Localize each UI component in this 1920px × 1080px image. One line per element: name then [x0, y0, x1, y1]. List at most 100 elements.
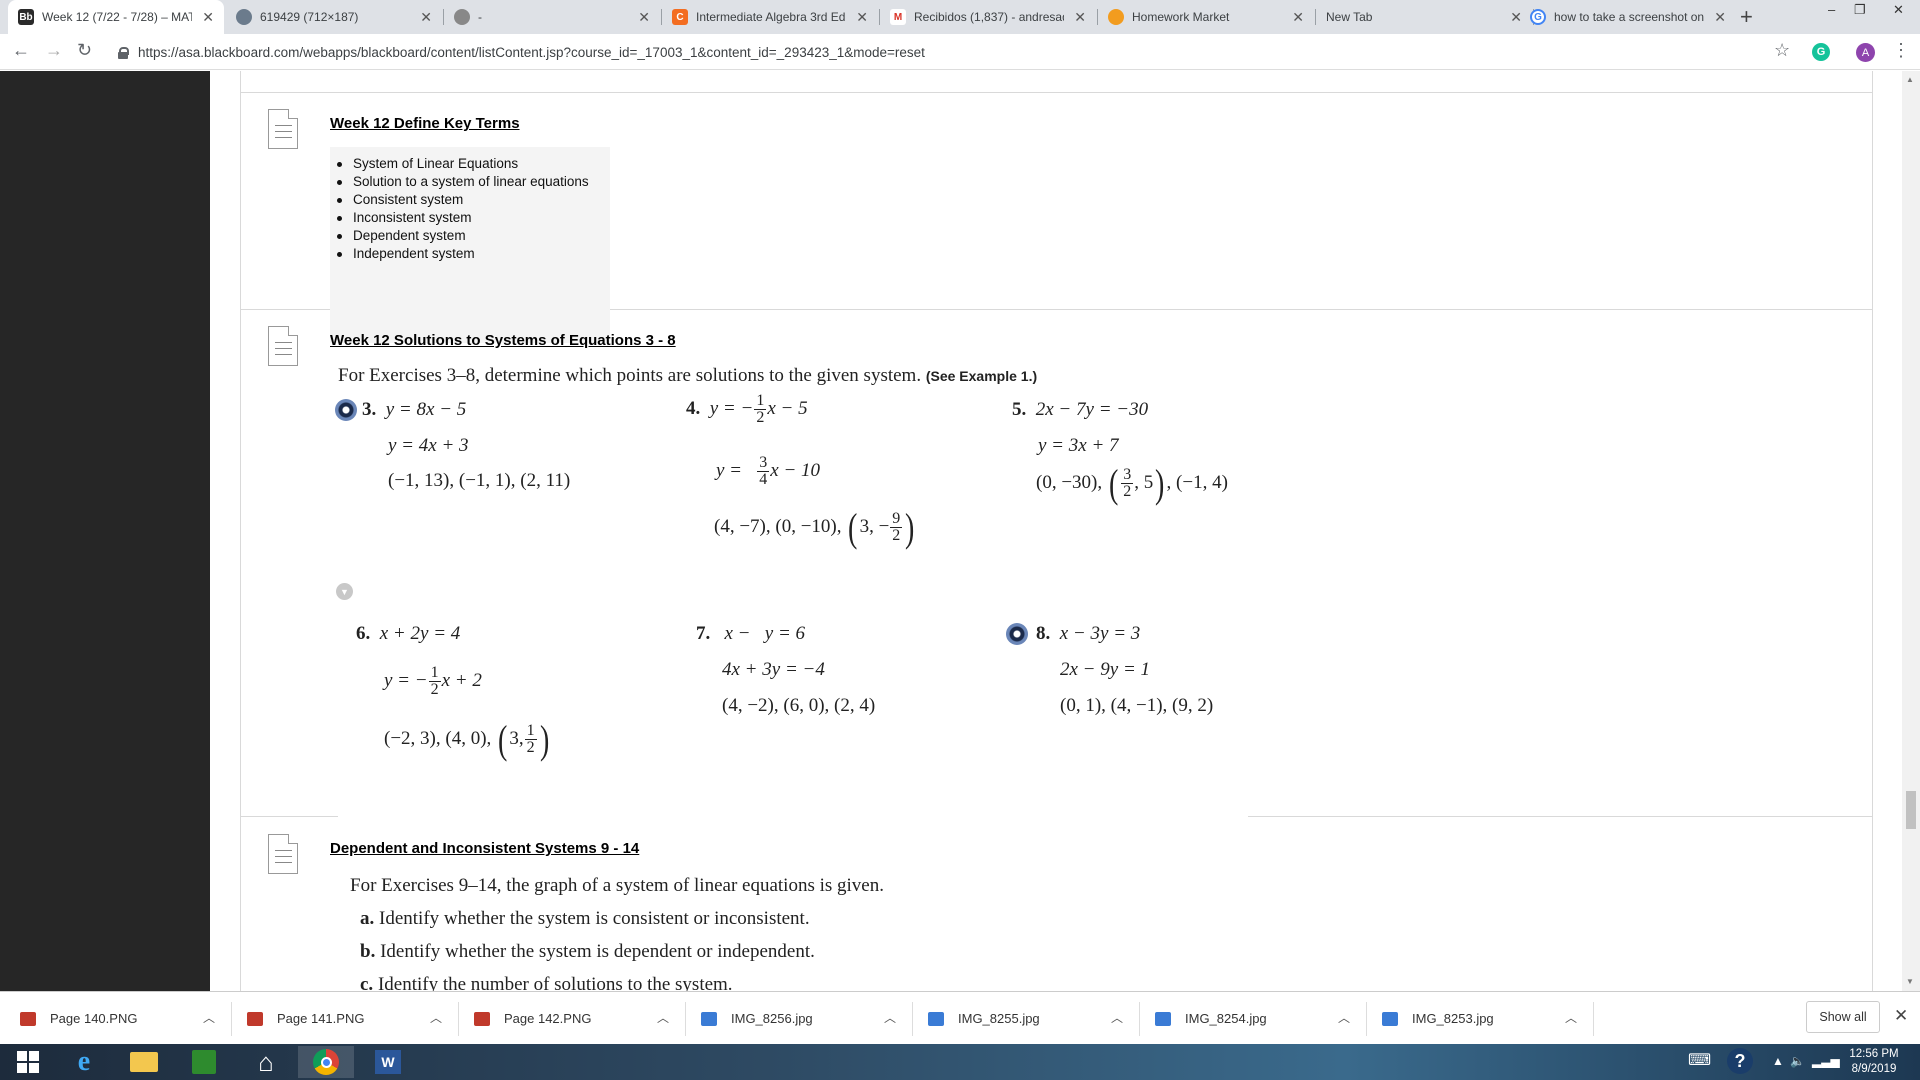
- equation-part: y = −: [709, 397, 754, 419]
- item-title-key-terms[interactable]: Week 12 Define Key Terms: [330, 115, 520, 132]
- equation: 2x − 9y = 1: [1060, 659, 1151, 680]
- tab-new-tab[interactable]: New Tab ✕: [1316, 0, 1532, 34]
- chrome-menu-icon[interactable]: ⋮: [1892, 40, 1910, 61]
- store-icon[interactable]: [176, 1046, 232, 1078]
- tab-week12[interactable]: Bb Week 12 (7/22 - 7/28) – MAT ✕: [8, 0, 224, 34]
- tray-expand-icon[interactable]: ▲: [1772, 1054, 1784, 1068]
- word-icon[interactable]: W: [360, 1046, 416, 1078]
- download-item[interactable]: Page 141.PNG ︿: [247, 992, 442, 1045]
- close-tab-icon[interactable]: ✕: [1714, 9, 1726, 26]
- close-tab-icon[interactable]: ✕: [1074, 9, 1086, 26]
- item-title-solutions[interactable]: Week 12 Solutions to Systems of Equation…: [330, 332, 676, 349]
- chevron-up-icon[interactable]: ︿: [1111, 1009, 1123, 1026]
- fraction: 32: [1121, 466, 1134, 500]
- url-field[interactable]: https://asa.blackboard.com/webapps/black…: [118, 39, 1758, 65]
- video-disc-icon[interactable]: [335, 399, 357, 421]
- jpg-file-icon: [701, 1011, 717, 1026]
- close-tab-icon[interactable]: ✕: [420, 9, 432, 26]
- dependent-item-b: b. Identify whether the system is depend…: [360, 941, 815, 962]
- tab-homework-market[interactable]: Homework Market ✕: [1098, 0, 1314, 34]
- new-tab-button[interactable]: +: [1740, 4, 1753, 30]
- item-divider: [240, 92, 1872, 93]
- gmail-favicon-icon: M: [890, 9, 906, 25]
- exercise-4-eq2: y = 34x − 10: [716, 455, 820, 488]
- chevron-up-icon[interactable]: ︿: [430, 1009, 442, 1026]
- url-text: https://asa.blackboard.com/webapps/black…: [138, 44, 925, 60]
- equation-part: y = −: [384, 669, 428, 691]
- close-window-icon[interactable]: ✕: [1893, 2, 1904, 18]
- exercise-7-points: (4, −2), (6, 0), (2, 4): [722, 695, 876, 716]
- help-icon[interactable]: ?: [1727, 1048, 1753, 1074]
- exercise-5-eq1: 5. 2x − 7y = −30: [1012, 399, 1148, 421]
- bookmark-star-icon[interactable]: ☆: [1774, 40, 1790, 61]
- jpg-file-icon: [1155, 1011, 1171, 1026]
- download-item[interactable]: IMG_8255.jpg ︿: [928, 992, 1123, 1045]
- close-downloads-icon[interactable]: ✕: [1894, 1006, 1908, 1026]
- internet-explorer-icon[interactable]: e: [56, 1046, 112, 1078]
- start-button[interactable]: [0, 1046, 56, 1078]
- equation: x + 2y = 4: [379, 623, 461, 644]
- keyboard-icon[interactable]: ⌨: [1688, 1050, 1711, 1070]
- exercise-4-eq1: 4. y = −1 2 x − 5: [686, 393, 808, 426]
- video-disc-icon[interactable]: [1006, 623, 1028, 645]
- key-terms-list: System of Linear Equations Solution to a…: [336, 155, 589, 263]
- tab-gmail[interactable]: M Recibidos (1,837) - andresad ✕: [880, 0, 1096, 34]
- content-border-left: [240, 71, 241, 991]
- equation-part: x − 5: [767, 397, 808, 419]
- chevron-up-icon[interactable]: ︿: [657, 1009, 669, 1026]
- page-scrollbar[interactable]: [1902, 71, 1920, 991]
- tab-title: Week 12 (7/22 - 7/28) – MAT: [42, 10, 192, 24]
- list-item: Independent system: [336, 245, 589, 263]
- exercise-number: 7.: [696, 623, 711, 644]
- forward-icon[interactable]: →: [45, 40, 63, 61]
- back-icon[interactable]: ←: [12, 40, 30, 61]
- exercise-8-eq1: 8. x − 3y = 3: [1036, 623, 1140, 645]
- windows-logo-icon: [17, 1051, 39, 1073]
- tab-title: how to take a screenshot on: [1554, 10, 1704, 24]
- reload-icon[interactable]: ↻: [77, 40, 92, 61]
- list-item: Consistent system: [336, 191, 589, 209]
- chevron-up-icon[interactable]: ︿: [203, 1009, 215, 1026]
- exercise-6-eq1: 6. x + 2y = 4: [356, 623, 460, 645]
- chevron-up-icon[interactable]: ︿: [1565, 1009, 1577, 1026]
- profile-avatar[interactable]: A: [1856, 43, 1875, 62]
- download-item[interactable]: Page 140.PNG ︿: [20, 992, 215, 1045]
- scrollbar-thumb[interactable]: [1906, 791, 1916, 829]
- restore-icon[interactable]: ❐: [1854, 2, 1866, 18]
- download-item[interactable]: IMG_8254.jpg ︿: [1155, 992, 1350, 1045]
- list-item: Inconsistent system: [336, 209, 589, 227]
- tab-blank[interactable]: - ✕: [444, 0, 660, 34]
- chevron-up-icon[interactable]: ︿: [884, 1009, 896, 1026]
- close-tab-icon[interactable]: ✕: [638, 9, 650, 26]
- download-item[interactable]: IMG_8253.jpg ︿: [1382, 992, 1577, 1045]
- download-separator: [1593, 1002, 1594, 1036]
- file-explorer-icon[interactable]: [116, 1046, 172, 1078]
- close-tab-icon[interactable]: ✕: [202, 9, 214, 26]
- chevron-down-icon[interactable]: ▼: [336, 583, 353, 600]
- grammarly-extension-icon[interactable]: G: [1812, 43, 1830, 61]
- download-item[interactable]: Page 142.PNG ︿: [474, 992, 669, 1045]
- scroll-down-icon[interactable]: ▼: [1906, 977, 1914, 986]
- list-item: Dependent system: [336, 227, 589, 245]
- google-favicon-icon: G: [1530, 9, 1546, 25]
- system-clock[interactable]: 12:56 PM 8/9/2019: [1832, 1047, 1916, 1077]
- tab-algebra[interactable]: C Intermediate Algebra 3rd Ed ✕: [662, 0, 878, 34]
- fraction: 12: [524, 722, 537, 756]
- tab-image[interactable]: 619429 (712×187) ✕: [226, 0, 442, 34]
- chrome-taskbar-icon[interactable]: [298, 1046, 354, 1078]
- minimize-icon[interactable]: –: [1828, 2, 1835, 17]
- item-title-dependent[interactable]: Dependent and Inconsistent Systems 9 - 1…: [330, 840, 639, 857]
- home-icon[interactable]: ⌂: [238, 1046, 294, 1078]
- volume-icon[interactable]: 🔈: [1790, 1054, 1805, 1068]
- fraction: 34: [757, 454, 770, 488]
- close-tab-icon[interactable]: ✕: [856, 9, 868, 26]
- scroll-up-icon[interactable]: ▲: [1906, 75, 1914, 84]
- exercise-number: 8.: [1036, 623, 1051, 644]
- tab-google-search[interactable]: G how to take a screenshot on ✕: [1520, 0, 1736, 34]
- download-item[interactable]: IMG_8256.jpg ︿: [701, 992, 896, 1045]
- chevron-up-icon[interactable]: ︿: [1338, 1009, 1350, 1026]
- close-tab-icon[interactable]: ✕: [1292, 9, 1304, 26]
- address-bar: ← → ↻ https://asa.blackboard.com/webapps…: [0, 34, 1920, 70]
- show-all-button[interactable]: Show all: [1806, 1001, 1880, 1033]
- fraction: 12: [428, 664, 441, 698]
